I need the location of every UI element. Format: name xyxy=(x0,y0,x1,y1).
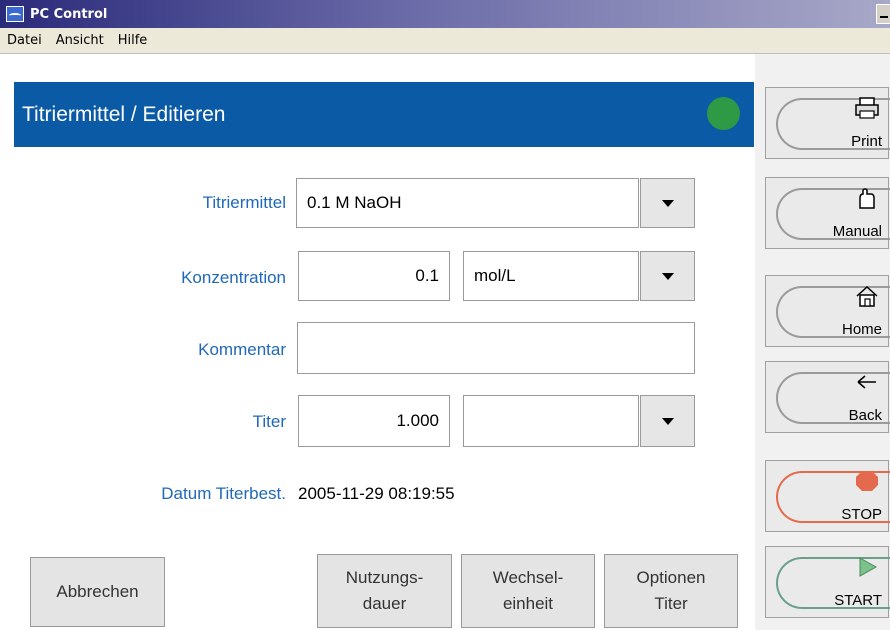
window-title: PC Control xyxy=(30,6,108,22)
titer-label: Titer xyxy=(252,412,286,431)
titer-input[interactable]: 1.000 xyxy=(298,395,450,447)
abbrechen-button[interactable]: Abbrechen xyxy=(30,557,165,627)
home-button[interactable]: Home xyxy=(765,275,890,347)
menu-bar: Datei Ansicht Hilfe xyxy=(0,28,890,54)
konzentration-unit-select[interactable]: mol/L xyxy=(463,251,639,301)
start-button-label: START xyxy=(834,592,882,609)
konzentration-input[interactable]: 0.1 xyxy=(298,251,450,301)
status-indicator xyxy=(707,97,740,130)
hand-icon xyxy=(859,188,875,209)
titriermittel-label: Titriermittel xyxy=(202,193,286,212)
chevron-down-icon xyxy=(661,199,674,207)
print-button-label: Print xyxy=(851,133,882,150)
manual-button-label: Manual xyxy=(832,223,882,240)
kommentar-input[interactable] xyxy=(297,322,695,374)
titriermittel-dropdown-button[interactable] xyxy=(640,178,695,228)
titer-unit-dropdown-button[interactable] xyxy=(640,395,695,447)
home-button-label: Home xyxy=(841,321,882,338)
chevron-down-icon xyxy=(661,417,674,425)
menu-hilfe[interactable]: Hilfe xyxy=(111,33,155,48)
titriermittel-select[interactable]: 0.1 M NaOH xyxy=(296,178,639,228)
abbrechen-button-label: Abbrechen xyxy=(56,582,139,601)
konzentration-unit-dropdown-button[interactable] xyxy=(640,251,695,301)
chevron-down-icon xyxy=(661,272,674,280)
house-icon xyxy=(856,285,878,307)
back-button-label: Back xyxy=(848,407,882,424)
menu-ansicht[interactable]: Ansicht xyxy=(49,33,111,48)
page-header: Titriermittel / Editieren xyxy=(14,82,754,147)
wechseleinheit-button-label: Wechsel- einheit xyxy=(492,568,564,613)
konzentration-label: Konzentration xyxy=(181,268,286,287)
title-bar: PC Control xyxy=(0,0,890,28)
page-title: Titriermittel / Editieren xyxy=(22,102,226,126)
optionen-titer-button-label: Optionen Titer xyxy=(636,568,706,613)
back-button[interactable]: Back xyxy=(765,361,890,433)
printer-icon xyxy=(855,97,879,119)
menu-datei[interactable]: Datei xyxy=(0,33,49,48)
datum-label: Datum Titerbest. xyxy=(161,484,286,503)
minimize-button[interactable] xyxy=(876,4,890,24)
app-icon xyxy=(6,6,24,22)
titer-unit-select[interactable] xyxy=(463,395,639,447)
datum-value: 2005-11-29 08:19:55 xyxy=(298,484,455,503)
back-arrow-icon xyxy=(857,375,876,389)
play-icon xyxy=(859,557,878,577)
kommentar-label: Kommentar xyxy=(198,340,286,359)
start-button[interactable]: START xyxy=(765,546,890,618)
optionen-titer-button[interactable]: Optionen Titer xyxy=(604,554,738,628)
nutzungsdauer-button[interactable]: Nutzungs- dauer xyxy=(317,554,452,628)
stop-button-label: STOP xyxy=(841,506,882,523)
nutzungsdauer-button-label: Nutzungs- dauer xyxy=(345,568,424,613)
print-button[interactable]: Print xyxy=(765,87,890,159)
stop-icon xyxy=(856,471,878,491)
wechseleinheit-button[interactable]: Wechsel- einheit xyxy=(461,554,595,628)
manual-button[interactable]: Manual xyxy=(765,177,890,249)
stop-button[interactable]: STOP xyxy=(765,460,890,532)
